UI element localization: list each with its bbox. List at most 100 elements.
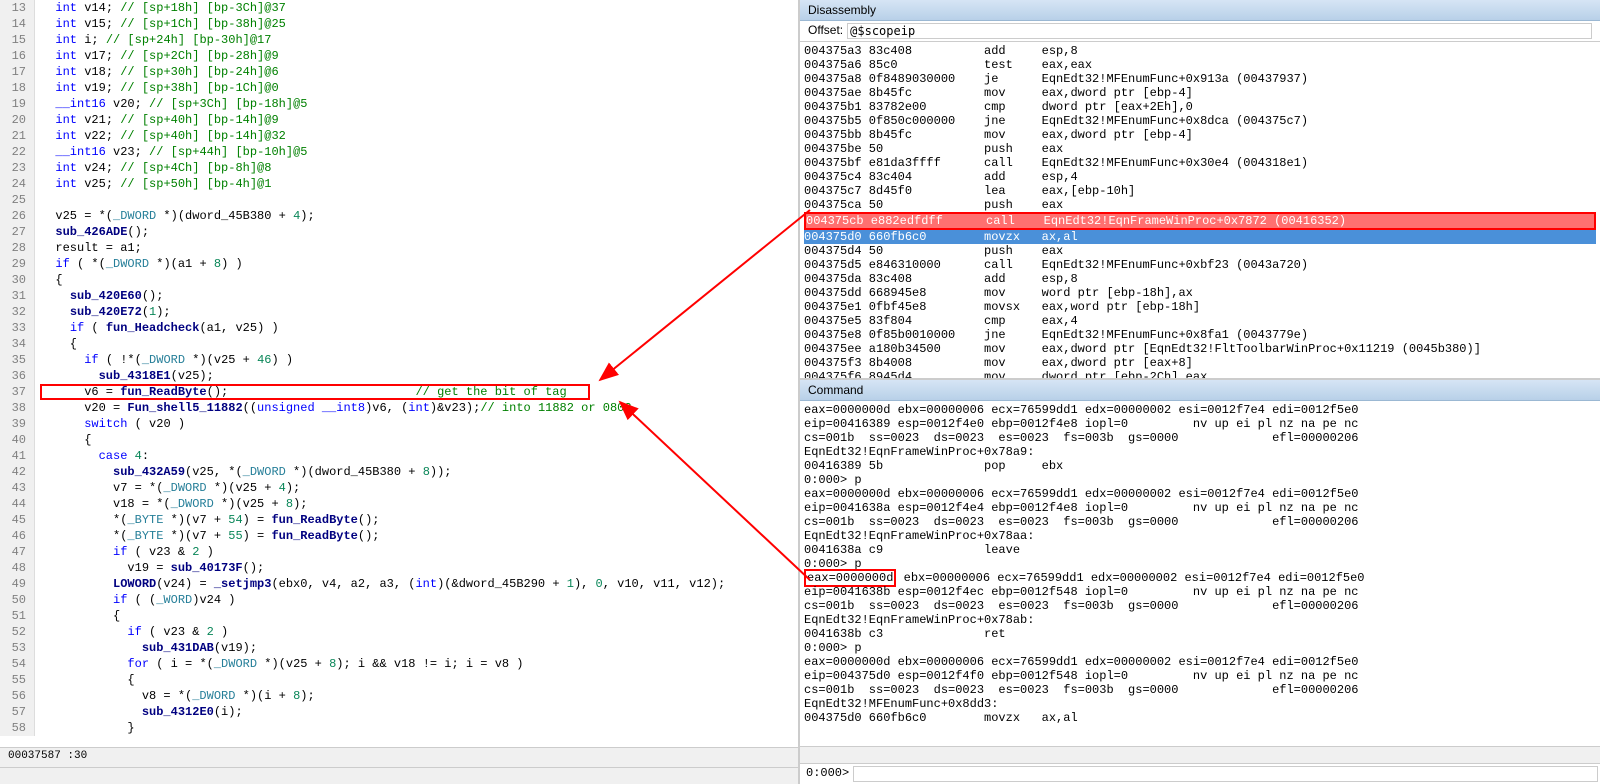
- cmd-line: cs=001b ss=0023 ds=0023 es=0023 fs=003b …: [804, 515, 1596, 529]
- code-text: sub_4318E1(v25);: [35, 368, 798, 384]
- code-line-42[interactable]: 42 sub_432A59(v25, *(_DWORD *)(dword_45B…: [0, 464, 798, 480]
- code-line-32[interactable]: 32 sub_420E72(1);: [0, 304, 798, 320]
- code-line-28[interactable]: 28 result = a1;: [0, 240, 798, 256]
- code-line-24[interactable]: 24 int v25; // [sp+50h] [bp-4h]@1: [0, 176, 798, 192]
- code-line-58[interactable]: 58 }: [0, 720, 798, 736]
- code-line-54[interactable]: 54 for ( i = *(_DWORD *)(v25 + 8); i && …: [0, 656, 798, 672]
- code-line-26[interactable]: 26 v25 = *(_DWORD *)(dword_45B380 + 4);: [0, 208, 798, 224]
- code-line-47[interactable]: 47 if ( v23 & 2 ): [0, 544, 798, 560]
- disasm-line[interactable]: 004375be 50 push eax: [804, 142, 1596, 156]
- disasm-line[interactable]: 004375bf e81da3ffff call EqnEdt32!MFEnum…: [804, 156, 1596, 170]
- code-text: switch ( v20 ): [35, 416, 798, 432]
- offset-label: Offset:: [808, 23, 843, 39]
- code-line-53[interactable]: 53 sub_431DAB(v19);: [0, 640, 798, 656]
- command-input[interactable]: [853, 766, 1598, 782]
- code-text: {: [35, 336, 798, 352]
- disasm-line[interactable]: 004375c7 8d45f0 lea eax,[ebp-10h]: [804, 184, 1596, 198]
- line-number: 16: [0, 48, 35, 64]
- disassembly-listing[interactable]: 004375a3 83c408 add esp,8004375a6 85c0 t…: [800, 42, 1600, 378]
- disasm-line[interactable]: 004375dd 668945e8 mov word ptr [ebp-18h]…: [804, 286, 1596, 300]
- code-line-33[interactable]: 33 if ( fun_Headcheck(a1, v25) ): [0, 320, 798, 336]
- code-line-21[interactable]: 21 int v22; // [sp+40h] [bp-14h]@32: [0, 128, 798, 144]
- code-text: case 4:: [35, 448, 798, 464]
- code-listing[interactable]: 13 int v14; // [sp+18h] [bp-3Ch]@3714 in…: [0, 0, 798, 747]
- code-line-29[interactable]: 29 if ( *(_DWORD *)(a1 + 8) ): [0, 256, 798, 272]
- code-line-35[interactable]: 35 if ( !*(_DWORD *)(v25 + 46) ): [0, 352, 798, 368]
- code-line-14[interactable]: 14 int v15; // [sp+1Ch] [bp-38h]@25: [0, 16, 798, 32]
- code-line-13[interactable]: 13 int v14; // [sp+18h] [bp-3Ch]@37: [0, 0, 798, 16]
- code-text: int v21; // [sp+40h] [bp-14h]@9: [35, 112, 798, 128]
- line-number: 46: [0, 528, 35, 544]
- disassembly-panel: Disassembly Offset: 004375a3 83c408 add …: [800, 0, 1600, 380]
- line-number: 30: [0, 272, 35, 288]
- disasm-line[interactable]: 004375f3 8b4008 mov eax,dword ptr [eax+8…: [804, 356, 1596, 370]
- code-text: *(_BYTE *)(v7 + 54) = fun_ReadByte();: [35, 512, 798, 528]
- line-number: 14: [0, 16, 35, 32]
- disasm-line[interactable]: 004375ee a180b34500 mov eax,dword ptr [E…: [804, 342, 1596, 356]
- disasm-line[interactable]: 004375da 83c408 add esp,8: [804, 272, 1596, 286]
- code-line-44[interactable]: 44 v18 = *(_DWORD *)(v25 + 8);: [0, 496, 798, 512]
- code-line-56[interactable]: 56 v8 = *(_DWORD *)(i + 8);: [0, 688, 798, 704]
- code-line-48[interactable]: 48 v19 = sub_40173F();: [0, 560, 798, 576]
- code-line-49[interactable]: 49 LOWORD(v24) = _setjmp3(ebx0, v4, a2, …: [0, 576, 798, 592]
- code-line-31[interactable]: 31 sub_420E60();: [0, 288, 798, 304]
- code-text: int v18; // [sp+30h] [bp-24h]@6: [35, 64, 798, 80]
- code-line-45[interactable]: 45 *(_BYTE *)(v7 + 54) = fun_ReadByte();: [0, 512, 798, 528]
- disasm-line[interactable]: 004375d5 e846310000 call EqnEdt32!MFEnum…: [804, 258, 1596, 272]
- disasm-line[interactable]: 004375ae 8b45fc mov eax,dword ptr [ebp-4…: [804, 86, 1596, 100]
- horizontal-scrollbar[interactable]: [0, 767, 798, 784]
- offset-input[interactable]: [847, 23, 1592, 39]
- disasm-line[interactable]: 004375a8 0f8489030000 je EqnEdt32!MFEnum…: [804, 72, 1596, 86]
- disasm-line[interactable]: 004375f6 8945d4 mov dword ptr [ebp-2Ch],…: [804, 370, 1596, 378]
- disasm-line[interactable]: 004375a3 83c408 add esp,8: [804, 44, 1596, 58]
- code-line-41[interactable]: 41 case 4:: [0, 448, 798, 464]
- code-line-20[interactable]: 20 int v21; // [sp+40h] [bp-14h]@9: [0, 112, 798, 128]
- command-prompt: 0:000>: [802, 766, 853, 782]
- code-line-15[interactable]: 15 int i; // [sp+24h] [bp-30h]@17: [0, 32, 798, 48]
- code-line-18[interactable]: 18 int v19; // [sp+38h] [bp-1Ch]@0: [0, 80, 798, 96]
- code-line-55[interactable]: 55 {: [0, 672, 798, 688]
- code-line-34[interactable]: 34 {: [0, 336, 798, 352]
- disasm-line[interactable]: 004375e8 0f85b0010000 jne EqnEdt32!MFEnu…: [804, 328, 1596, 342]
- code-line-23[interactable]: 23 int v24; // [sp+4Ch] [bp-8h]@8: [0, 160, 798, 176]
- command-header: Command: [800, 380, 1600, 401]
- code-line-50[interactable]: 50 if ( (_WORD)v24 ): [0, 592, 798, 608]
- code-line-38[interactable]: 38 v20 = Fun_shell5_11882((unsigned __in…: [0, 400, 798, 416]
- line-number: 38: [0, 400, 35, 416]
- code-line-43[interactable]: 43 v7 = *(_DWORD *)(v25 + 4);: [0, 480, 798, 496]
- disasm-line[interactable]: 004375b5 0f850c000000 jne EqnEdt32!MFEnu…: [804, 114, 1596, 128]
- line-number: 49: [0, 576, 35, 592]
- code-line-16[interactable]: 16 int v17; // [sp+2Ch] [bp-28h]@9: [0, 48, 798, 64]
- disasm-line[interactable]: 004375a6 85c0 test eax,eax: [804, 58, 1596, 72]
- disasm-highlight-line[interactable]: 004375cb e882edfdff call EqnEdt32!EqnFra…: [804, 212, 1596, 230]
- code-line-25[interactable]: 25: [0, 192, 798, 208]
- cmd-line: 00416389 5b pop ebx: [804, 459, 1596, 473]
- disasm-line[interactable]: 004375bb 8b45fc mov eax,dword ptr [ebp-4…: [804, 128, 1596, 142]
- code-line-40[interactable]: 40 {: [0, 432, 798, 448]
- disasm-line[interactable]: 004375d4 50 push eax: [804, 244, 1596, 258]
- code-line-37[interactable]: 37 v6 = fun_ReadByte(); // get the bit o…: [0, 384, 798, 400]
- disasm-line[interactable]: 004375e1 0fbf45e8 movsx eax,word ptr [eb…: [804, 300, 1596, 314]
- disasm-selected-line[interactable]: 004375d0 660fb6c0 movzx ax,al: [804, 230, 1596, 244]
- code-line-57[interactable]: 57 sub_4312E0(i);: [0, 704, 798, 720]
- disasm-line[interactable]: 004375b1 83782e00 cmp dword ptr [eax+2Eh…: [804, 100, 1596, 114]
- code-line-17[interactable]: 17 int v18; // [sp+30h] [bp-24h]@6: [0, 64, 798, 80]
- disasm-line[interactable]: 004375c4 83c404 add esp,4: [804, 170, 1596, 184]
- code-line-46[interactable]: 46 *(_BYTE *)(v7 + 55) = fun_ReadByte();: [0, 528, 798, 544]
- code-line-39[interactable]: 39 switch ( v20 ): [0, 416, 798, 432]
- command-output[interactable]: eax=0000000d ebx=00000006 ecx=76599dd1 e…: [800, 401, 1600, 746]
- code-line-30[interactable]: 30 {: [0, 272, 798, 288]
- code-line-51[interactable]: 51 {: [0, 608, 798, 624]
- cmd-line: 0:000> p: [804, 557, 1596, 571]
- code-line-19[interactable]: 19 __int16 v20; // [sp+3Ch] [bp-18h]@5: [0, 96, 798, 112]
- command-hscroll[interactable]: [800, 746, 1600, 763]
- code-line-36[interactable]: 36 sub_4318E1(v25);: [0, 368, 798, 384]
- line-number: 25: [0, 192, 35, 208]
- disasm-line[interactable]: 004375e5 83f804 cmp eax,4: [804, 314, 1596, 328]
- code-line-22[interactable]: 22 __int16 v23; // [sp+44h] [bp-10h]@5: [0, 144, 798, 160]
- line-number: 50: [0, 592, 35, 608]
- code-line-27[interactable]: 27 sub_426ADE();: [0, 224, 798, 240]
- disasm-line[interactable]: 004375ca 50 push eax: [804, 198, 1596, 212]
- cmd-line: EqnEdt32!EqnFrameWinProc+0x78ab:: [804, 613, 1596, 627]
- code-line-52[interactable]: 52 if ( v23 & 2 ): [0, 624, 798, 640]
